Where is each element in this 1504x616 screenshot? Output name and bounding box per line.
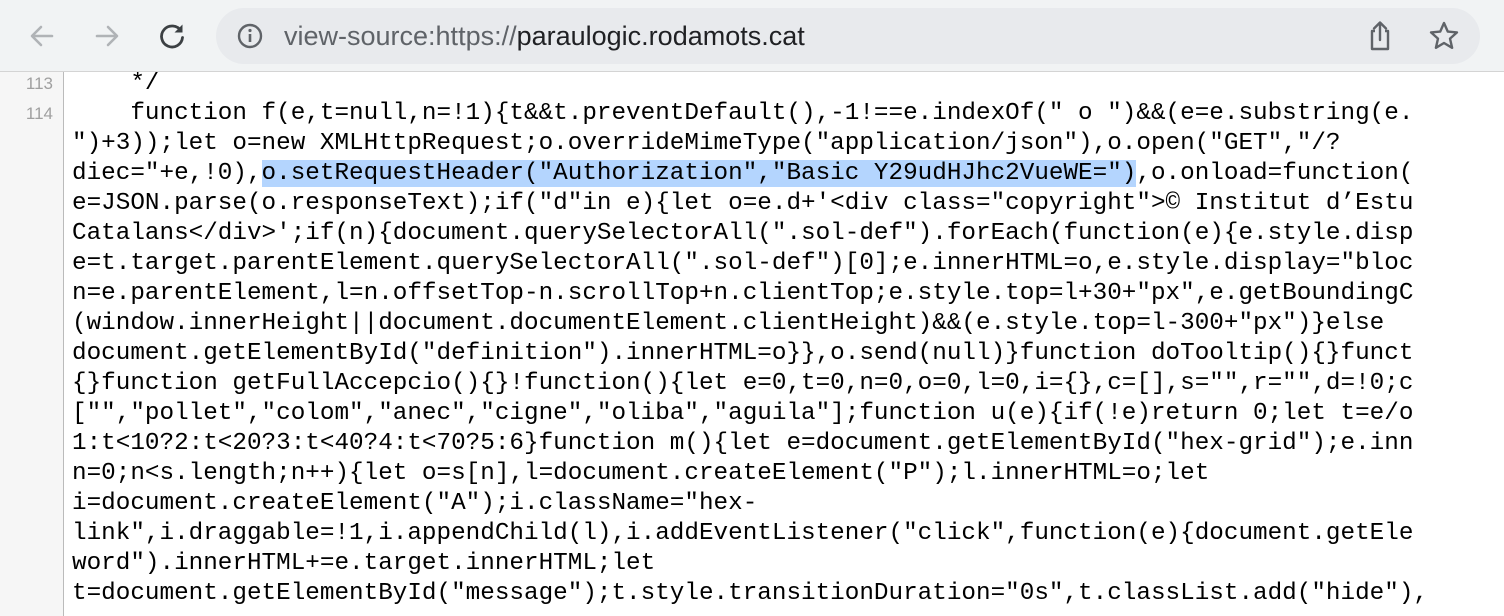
address-bar[interactable]: view-source:https://paraulogic.rodamots.… [216, 8, 1480, 64]
reload-icon [157, 21, 187, 51]
code-line: word").innerHTML+=e.target.innerHTML;let [72, 550, 656, 577]
code-line: e=JSON.parse(o.responseText);if("d"in e)… [72, 190, 1414, 217]
page-source-view[interactable]: 113 114 */ function f(e,t=null,n=!1){t&&… [0, 72, 1504, 616]
source-code: */ function f(e,t=null,n=!1){t&&t.preven… [72, 72, 1504, 609]
line-number: 113 [25, 74, 53, 93]
url-text[interactable]: view-source:https://paraulogic.rodamots.… [284, 8, 805, 64]
line-number: 114 [25, 104, 53, 123]
code-line: t=document.getElementById("message");t.s… [72, 580, 1428, 607]
code-line: link",i.draggable=!1,i.appendChild(l),i.… [72, 520, 1414, 547]
code-line: {}function getFullAccepcio(){}!function(… [72, 370, 1414, 397]
code-line: document.getElementById("definition").in… [72, 340, 1414, 367]
line-number-gutter: 113 114 [0, 72, 64, 616]
code-line: e=t.target.parentElement.querySelectorAl… [72, 250, 1414, 277]
code-line: */ [72, 72, 160, 97]
arrow-left-icon [28, 22, 56, 50]
star-icon[interactable] [1428, 20, 1460, 52]
selected-text: o.setRequestHeader("Authorization","Basi… [261, 160, 1137, 187]
code-line: n=e.parentElement,l=n.offsetTop-n.scroll… [72, 280, 1414, 307]
back-button[interactable] [22, 16, 62, 56]
code-text: diec="+e,!0), [72, 160, 262, 187]
forward-button[interactable] [87, 16, 127, 56]
url-prefix: view-source:https:// [284, 21, 517, 51]
share-icon[interactable] [1364, 20, 1396, 52]
code-line: i=document.createElement("A");i.classNam… [72, 490, 758, 517]
code-line: diec="+e,!0),o.setRequestHeader("Authori… [72, 159, 1504, 189]
code-text: ,o.onload=function( [1136, 160, 1414, 187]
url-host: paraulogic.rodamots.cat [516, 21, 805, 51]
code-line: ")+3));let o=new XMLHttpRequest;o.overri… [72, 130, 1341, 157]
code-line: (window.innerHeight||document.documentEl… [72, 310, 1385, 337]
code-line: ["","pollet","colom","anec","cigne","oli… [72, 400, 1414, 427]
info-icon[interactable] [236, 22, 264, 50]
reload-button[interactable] [152, 16, 192, 56]
browser-toolbar: view-source:https://paraulogic.rodamots.… [0, 0, 1504, 72]
code-line: 1:t<10?2:t<20?3:t<40?4:t<70?5:6}function… [72, 430, 1414, 457]
code-line: function f(e,t=null,n=!1){t&&t.preventDe… [72, 100, 1414, 127]
arrow-right-icon [93, 22, 121, 50]
code-line: Catalans</div>';if(n){document.querySele… [72, 220, 1414, 247]
code-line: n=0;n<s.length;n++){let o=s[n],l=documen… [72, 460, 1210, 487]
